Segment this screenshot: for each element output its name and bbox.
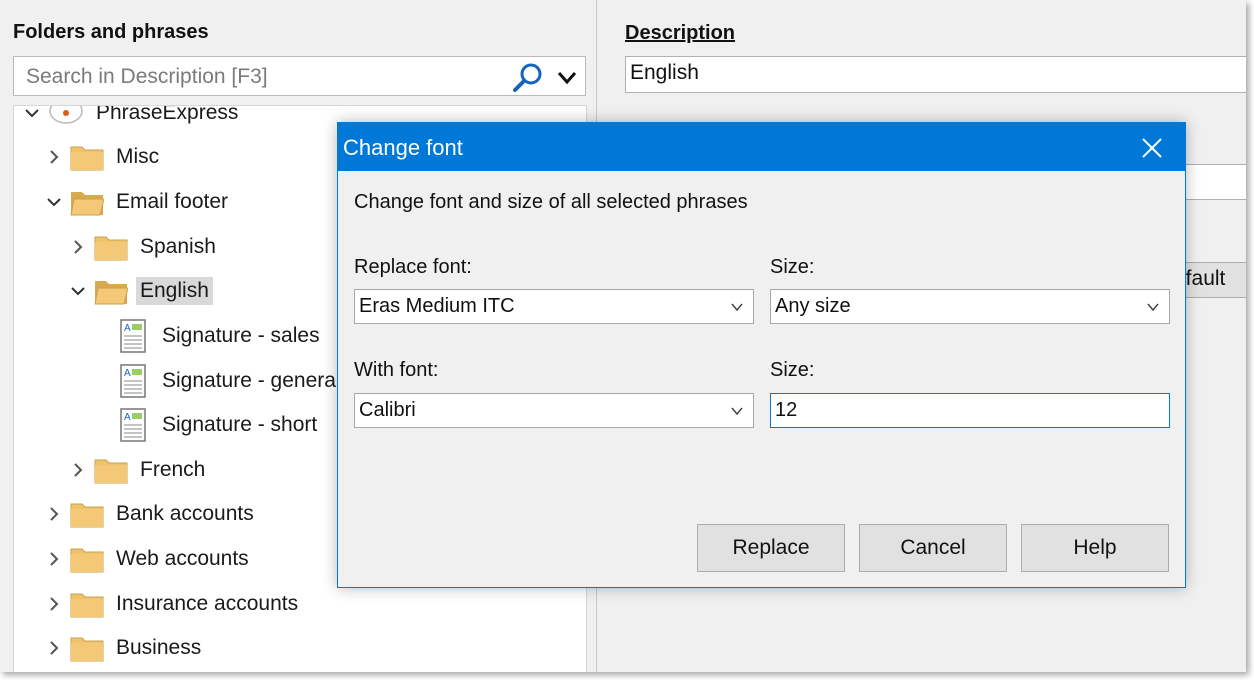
tree-root-label: PhraseExpress <box>96 105 239 124</box>
chevron-down-icon[interactable] <box>44 192 64 212</box>
tree-folder-insurance-accounts[interactable]: Insurance accounts <box>44 585 302 623</box>
phraseexpress-window: Folders and phrases PhraseExpr <box>0 0 1246 672</box>
folder-icon <box>70 593 104 618</box>
svg-text:A: A <box>124 412 131 423</box>
panel-title: Folders and phrases <box>13 21 209 43</box>
description-label-text: Description <box>625 22 736 44</box>
replace-font-value: Eras Medium ITC <box>359 295 515 317</box>
chevron-down-icon[interactable] <box>68 281 88 301</box>
chevron-down-icon[interactable] <box>22 105 42 123</box>
dialog-intro: Change font and size of all selected phr… <box>354 191 748 213</box>
replace-font-label: Replace font: <box>354 256 472 278</box>
folder-icon <box>70 146 104 171</box>
tree-folder-bank-accounts[interactable]: Bank accounts <box>44 495 258 533</box>
replace-size-select[interactable]: Any size <box>770 289 1170 324</box>
tree-label: Misc <box>116 145 160 168</box>
folder-icon <box>94 459 128 484</box>
search-input[interactable] <box>24 63 498 91</box>
replace-button[interactable]: Replace <box>697 524 845 572</box>
document-icon: A <box>120 319 146 353</box>
chevron-down-icon[interactable] <box>554 65 580 89</box>
chevron-down-icon <box>731 303 743 312</box>
with-font-label: With font: <box>354 359 439 381</box>
tree-folder-spanish[interactable]: Spanish <box>68 228 220 266</box>
chevron-right-icon[interactable] <box>44 147 64 167</box>
search-box <box>13 56 586 96</box>
help-button[interactable]: Help <box>1021 524 1169 572</box>
tree-label: Spanish <box>140 235 216 258</box>
document-icon: A <box>120 364 146 398</box>
chevron-right-icon[interactable] <box>68 460 88 480</box>
tree-label: Email footer <box>116 190 229 213</box>
tree-label: Signature - sales <box>162 324 320 347</box>
change-font-dialog: Change font Change font and size of all … <box>337 122 1186 588</box>
chevron-right-icon[interactable] <box>68 237 88 257</box>
folder-open-icon <box>70 192 104 216</box>
tree-label: Signature - short <box>162 413 318 436</box>
replace-font-select[interactable]: Eras Medium ITC <box>354 289 754 324</box>
search-icon[interactable] <box>511 62 545 94</box>
dialog-title: Change font <box>343 135 463 160</box>
tree-folder-misc[interactable]: Misc <box>44 138 163 176</box>
with-font-select[interactable]: Calibri <box>354 393 754 428</box>
app-logo-icon <box>49 106 83 124</box>
replace-size-value: Any size <box>775 295 851 317</box>
close-icon[interactable] <box>1137 133 1167 163</box>
description-label: Description <box>625 22 735 45</box>
tree-folder-business[interactable]: Business <box>44 629 205 667</box>
tree-label: Signature - genera <box>162 369 336 392</box>
chevron-right-icon[interactable] <box>44 504 64 524</box>
tree-label: Web accounts <box>116 547 249 570</box>
tree-folder-english[interactable]: English <box>68 272 213 310</box>
tree-folder-french[interactable]: French <box>68 451 209 489</box>
tree-label: Insurance accounts <box>116 592 299 615</box>
svg-text:A: A <box>124 323 131 334</box>
description-input[interactable]: English <box>625 56 1246 93</box>
tree-label: Bank accounts <box>116 502 254 525</box>
tree-folder-email-footer[interactable]: Email footer <box>44 183 232 221</box>
tree-phrase[interactable]: A Signature - genera <box>120 362 340 400</box>
folder-icon <box>94 236 128 261</box>
folder-icon <box>70 637 104 662</box>
size-label-2: Size: <box>770 359 815 381</box>
chevron-right-icon[interactable] <box>44 594 64 614</box>
with-size-input[interactable] <box>770 393 1170 428</box>
size-label-1: Size: <box>770 256 815 278</box>
chevron-down-icon <box>731 407 743 416</box>
chevron-right-icon[interactable] <box>44 638 64 658</box>
cancel-button[interactable]: Cancel <box>859 524 1007 572</box>
tree-folder-web-accounts[interactable]: Web accounts <box>44 540 253 578</box>
tree-label: Business <box>116 636 202 659</box>
document-icon: A <box>120 408 146 442</box>
tree-label: French <box>140 458 206 481</box>
folder-icon <box>70 548 104 573</box>
tree-root[interactable]: PhraseExpress <box>22 105 242 132</box>
with-font-value: Calibri <box>359 399 416 421</box>
tree-phrase[interactable]: A Signature - sales <box>120 317 324 355</box>
dialog-titlebar[interactable]: Change font <box>338 123 1185 171</box>
folder-open-icon <box>94 281 128 305</box>
svg-text:A: A <box>124 368 131 379</box>
chevron-right-icon[interactable] <box>44 549 64 569</box>
folder-icon <box>70 503 104 528</box>
tree-phrase[interactable]: A Signature - short <box>120 406 321 444</box>
tree-label: English <box>136 277 213 305</box>
chevron-down-icon <box>1147 303 1159 312</box>
